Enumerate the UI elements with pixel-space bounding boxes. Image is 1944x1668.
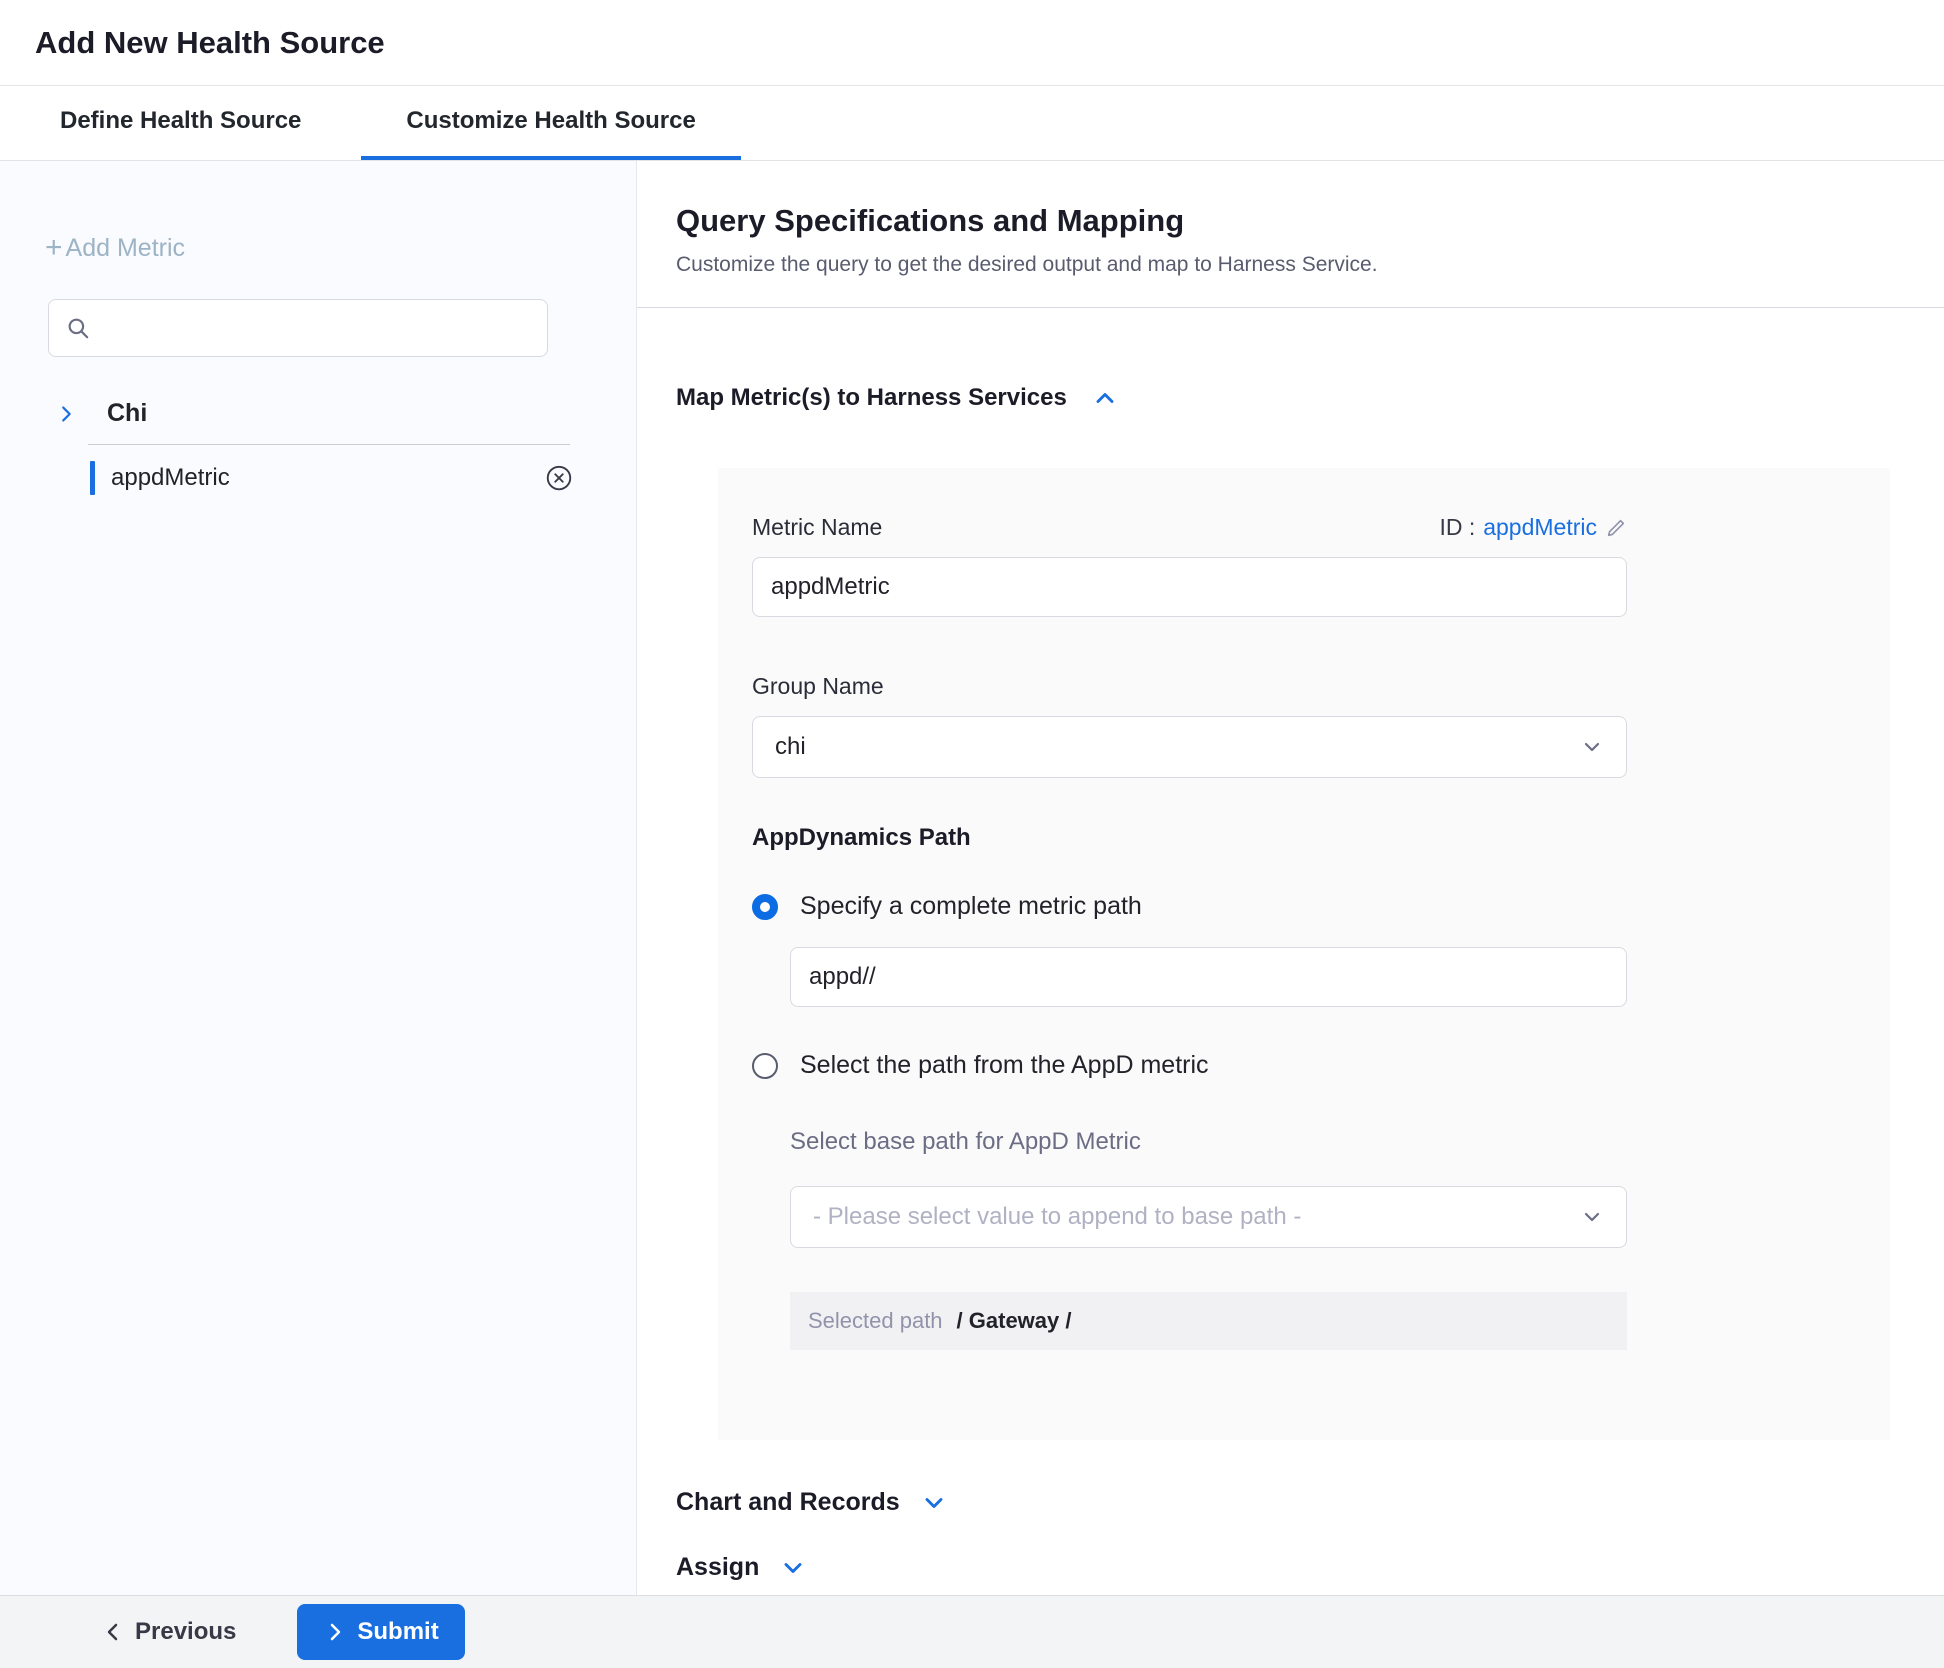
add-metric-button[interactable]: + Add Metric (45, 233, 185, 263)
tab-bar: Define Health Source Customize Health So… (0, 86, 1944, 161)
group-name-field-label: Group Name (752, 673, 1627, 700)
metric-id-group: ID : appdMetric (1439, 514, 1627, 541)
metric-group-chi[interactable]: Chi (0, 399, 636, 428)
chevron-down-icon (1580, 1205, 1604, 1229)
previous-button[interactable]: Previous (95, 1617, 242, 1647)
page-title: Add New Health Source (35, 25, 385, 61)
map-metrics-title: Map Metric(s) to Harness Services (676, 384, 1067, 412)
chart-and-records-label: Chart and Records (676, 1488, 900, 1517)
group-name-select-value: chi (775, 733, 806, 761)
query-spec-panel: Query Specifications and Mapping Customi… (637, 161, 1944, 1595)
group-name-select[interactable]: chi (752, 716, 1627, 778)
chevron-down-icon (779, 1554, 807, 1582)
add-metric-label: Add Metric (66, 234, 185, 263)
tab-define-health-source[interactable]: Define Health Source (15, 86, 346, 160)
radio-select-path-label: Select the path from the AppD metric (800, 1051, 1209, 1080)
tab-customize-health-source[interactable]: Customize Health Source (361, 86, 740, 160)
selected-path-strip: Selected path / Gateway / (790, 1292, 1627, 1350)
submit-button-label: Submit (357, 1618, 438, 1646)
content-area: + Add Metric Chi appdMetric (0, 161, 1944, 1595)
assign-label: Assign (676, 1553, 759, 1582)
add-health-source-dialog: Add New Health Source Define Health Sour… (0, 0, 1944, 1668)
id-label: ID : (1439, 514, 1475, 541)
metrics-sidebar: + Add Metric Chi appdMetric (0, 161, 637, 1595)
divider (637, 307, 1944, 308)
radio-complete-path-label: Specify a complete metric path (800, 892, 1142, 921)
chevron-left-icon (101, 1620, 125, 1644)
section-subtitle: Customize the query to get the desired o… (676, 253, 1944, 277)
radio-selected-icon[interactable] (752, 894, 778, 920)
map-metrics-section-toggle[interactable]: Map Metric(s) to Harness Services (676, 384, 1944, 412)
id-value-link[interactable]: appdMetric (1483, 514, 1597, 541)
assign-toggle[interactable]: Assign (676, 1553, 1944, 1582)
metric-item-label: appdMetric (111, 464, 230, 492)
search-input[interactable] (103, 314, 531, 343)
metric-name-input[interactable] (752, 557, 1627, 617)
radio-complete-metric-path[interactable]: Specify a complete metric path (752, 892, 1627, 921)
dialog-header: Add New Health Source (0, 0, 1944, 86)
search-icon (65, 315, 91, 341)
submit-button[interactable]: Submit (297, 1604, 464, 1660)
map-metrics-form: Metric Name ID : appdMetric Group Name c… (718, 468, 1890, 1440)
chevron-down-icon (1580, 735, 1604, 759)
selected-metric-indicator (90, 461, 95, 495)
complete-metric-path-input[interactable] (790, 947, 1627, 1007)
plus-icon: + (45, 233, 63, 263)
previous-button-label: Previous (135, 1618, 236, 1646)
appdynamics-path-heading: AppDynamics Path (752, 824, 1627, 852)
remove-metric-icon[interactable] (544, 463, 574, 493)
chevron-down-icon (920, 1489, 948, 1517)
selected-path-value: / Gateway / (957, 1308, 1072, 1334)
chevron-up-icon (1091, 384, 1119, 412)
metric-item-appdmetric[interactable]: appdMetric (0, 445, 636, 511)
section-title: Query Specifications and Mapping (676, 203, 1944, 239)
radio-select-appd-path[interactable]: Select the path from the AppD metric (752, 1051, 1627, 1080)
edit-pencil-icon[interactable] (1605, 517, 1627, 539)
base-path-label: Select base path for AppD Metric (790, 1128, 1627, 1156)
metric-search-box (48, 299, 548, 357)
base-path-placeholder: - Please select value to append to base … (813, 1203, 1301, 1231)
selected-path-label: Selected path (808, 1308, 943, 1334)
dialog-footer: Previous Submit (0, 1595, 1944, 1668)
metric-name-label: Metric Name (752, 514, 882, 541)
chart-and-records-toggle[interactable]: Chart and Records (676, 1488, 1944, 1517)
base-path-select[interactable]: - Please select value to append to base … (790, 1186, 1627, 1248)
chevron-right-icon (323, 1620, 347, 1644)
group-name-label: Chi (107, 399, 147, 428)
radio-unselected-icon[interactable] (752, 1053, 778, 1079)
chevron-right-icon (55, 403, 77, 425)
